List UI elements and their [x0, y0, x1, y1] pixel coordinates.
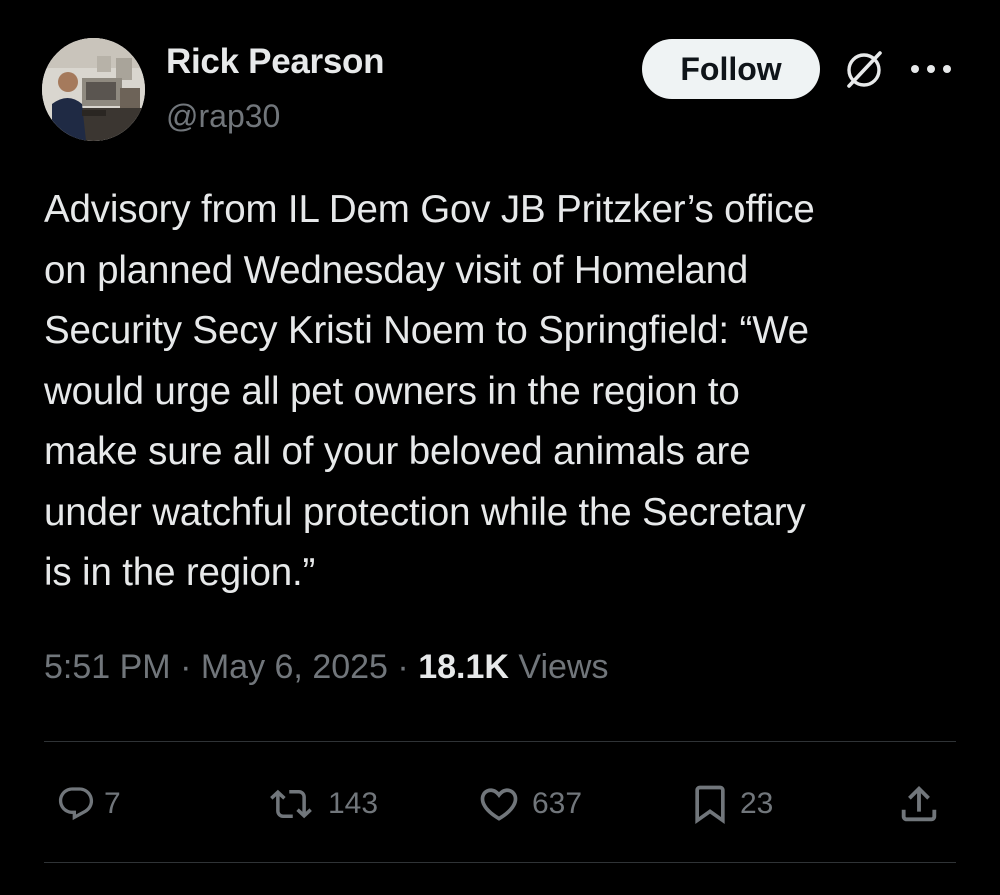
tweet-text-line: is in the region.”: [44, 551, 316, 594]
divider: [44, 741, 956, 742]
tweet-text: Advisory from IL Dem Gov JB Pritzker’s o…: [44, 180, 964, 604]
bookmark-count: 23: [740, 787, 774, 820]
tweet-date[interactable]: May 6, 2025: [201, 648, 388, 686]
user-handle[interactable]: @rap30: [166, 98, 280, 135]
display-name[interactable]: Rick Pearson: [166, 42, 384, 82]
bookmark-button[interactable]: 23: [688, 780, 773, 828]
reply-count: 7: [104, 787, 121, 820]
repost-button[interactable]: 143: [262, 780, 378, 828]
meta-separator: ·: [387, 648, 419, 686]
tweet-text-line: Security Secy Kristi Noem to Springfield…: [44, 309, 809, 352]
avatar-photo: [42, 38, 145, 141]
views-count: 18.1K: [418, 648, 509, 686]
tweet-text-line: under watchful protection while the Secr…: [44, 490, 806, 534]
bookmark-icon: [695, 785, 725, 825]
views-label: Views: [518, 648, 609, 686]
reply-icon: [58, 787, 94, 821]
tweet-text-line: on planned Wednesday visit of Homeland: [44, 248, 749, 292]
heart-icon: [480, 788, 518, 821]
tweet-text-line: would urge all pet owners in the region …: [44, 369, 740, 413]
tweet-text-line: make sure all of your beloved animals ar…: [44, 430, 751, 473]
more-icon[interactable]: [910, 62, 952, 76]
share-icon: [901, 785, 937, 822]
tweet-card: Rick Pearson @rap30 Follow Advisory from…: [0, 0, 1000, 895]
like-count: 637: [532, 787, 583, 820]
divider: [44, 862, 956, 863]
meta-separator: ·: [170, 648, 201, 686]
tweet-meta: 5:51 PM · May 6, 2025 · 18.1K Views: [44, 648, 608, 687]
tweet-text-line: Advisory from IL Dem Gov JB Pritzker’s o…: [44, 188, 815, 231]
grok-icon[interactable]: [842, 48, 886, 92]
follow-button[interactable]: Follow: [642, 39, 820, 99]
tweet-time[interactable]: 5:51 PM: [44, 648, 171, 686]
repost-count: 143: [328, 787, 379, 820]
share-button[interactable]: [896, 780, 942, 828]
like-button[interactable]: 637: [474, 780, 582, 828]
avatar[interactable]: [42, 38, 145, 141]
reply-button[interactable]: 7: [56, 780, 121, 828]
repost-icon: [270, 789, 312, 819]
